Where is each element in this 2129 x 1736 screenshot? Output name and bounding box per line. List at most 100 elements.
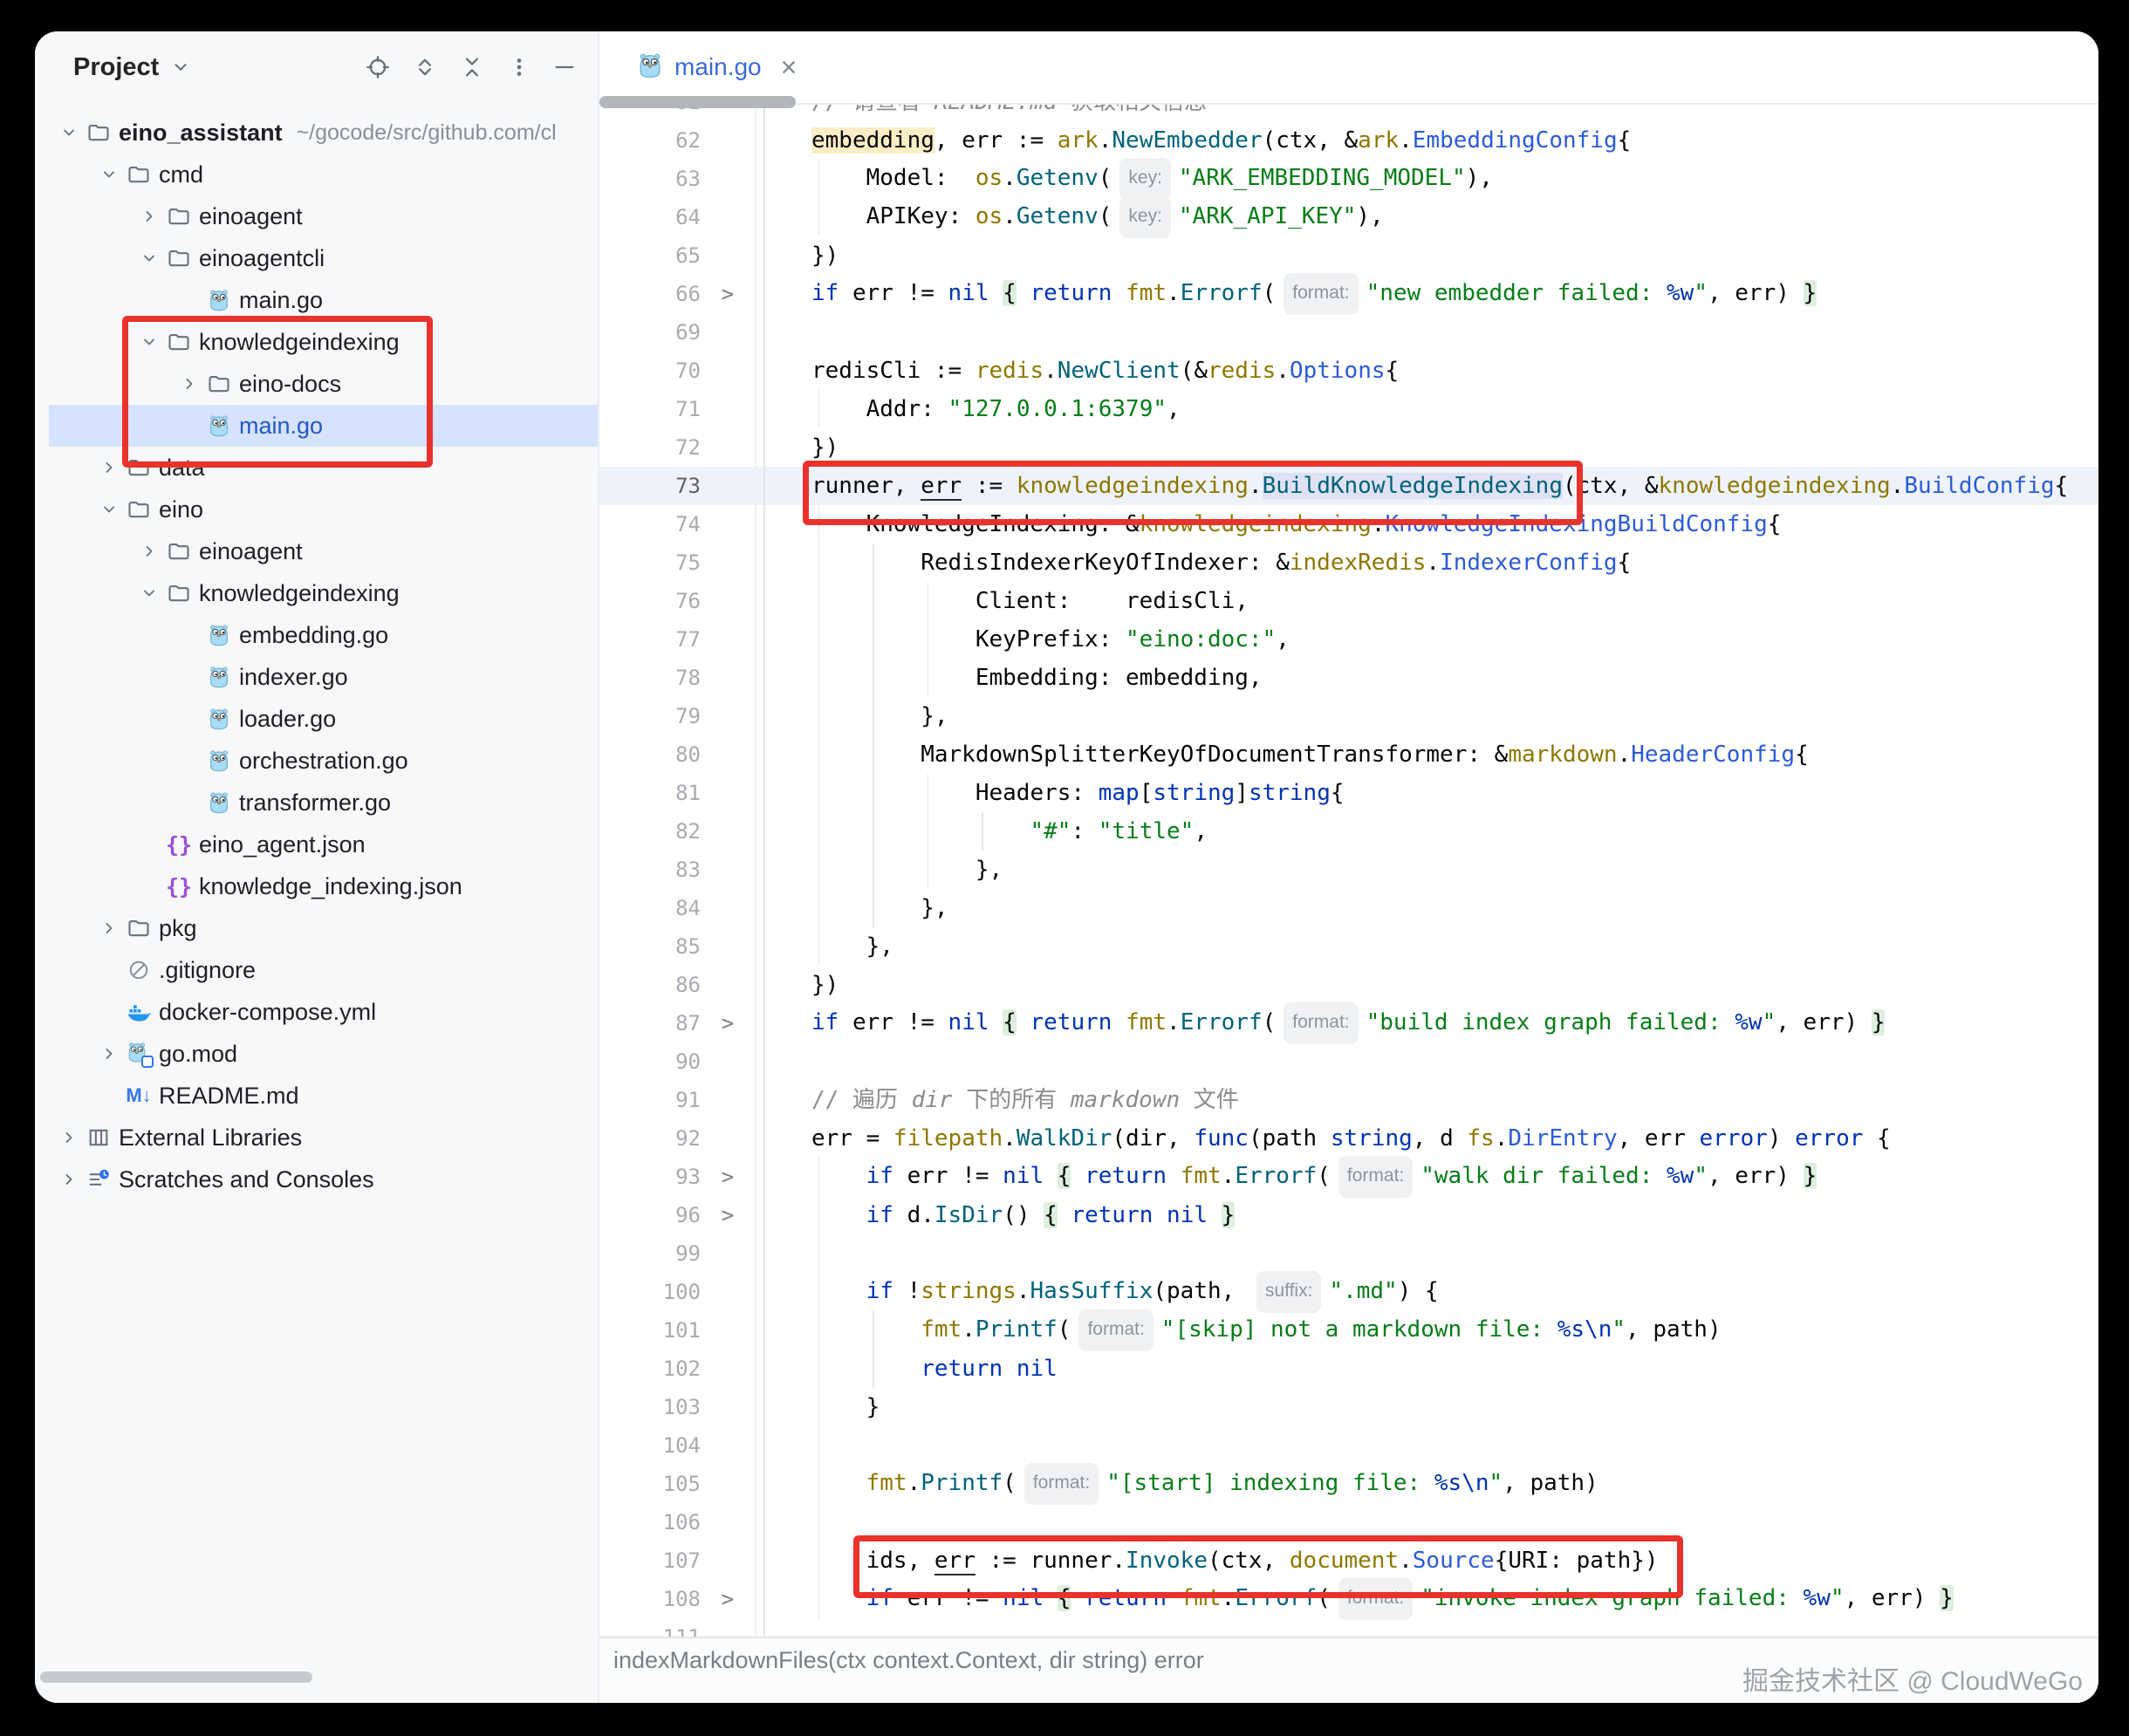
fold-arrow-icon[interactable]: > [701, 1203, 755, 1227]
code-line-71[interactable]: 71 Addr: "127.0.0.1:6379", [599, 390, 2098, 428]
code-line-83[interactable]: 83 }, [599, 851, 2098, 889]
code-line-104[interactable]: 104 [599, 1426, 2098, 1465]
code-line-101[interactable]: 101 fmt.Printf(format:"[skip] not a mark… [599, 1311, 2098, 1350]
tree-item-external-libraries[interactable]: External Libraries [49, 1117, 598, 1158]
code-line-87[interactable]: 87>if err != nil { return fmt.Errorf(for… [599, 1004, 2098, 1042]
chevron-down-icon[interactable] [94, 154, 124, 195]
code-line-86[interactable]: 86}) [599, 966, 2098, 1004]
chevron-down-icon[interactable] [54, 112, 84, 154]
tree-item-go.mod[interactable]: go.mod [49, 1033, 598, 1075]
code-line-64[interactable]: 64 APIKey: os.Getenv(key:"ARK_API_KEY"), [599, 198, 2098, 236]
chevron-down-icon[interactable] [134, 237, 164, 279]
code-line-102[interactable]: 102 return nil [599, 1350, 2098, 1388]
code-line-76[interactable]: 76 Client: redisCli, [599, 582, 2098, 620]
line-number: 92 [599, 1126, 701, 1151]
code-line-63[interactable]: 63 Model: os.Getenv(key:"ARK_EMBEDDING_M… [599, 160, 2098, 198]
code-line-69[interactable]: 69 [599, 313, 2098, 352]
project-tree-hscrollbar[interactable] [40, 1671, 312, 1683]
code-line-91[interactable]: 91// 遍历 dir 下的所有 markdown 文件 [599, 1081, 2098, 1119]
tree-item-transformer.go[interactable]: transformer.go [49, 782, 598, 824]
tree-item-.gitignore[interactable]: .gitignore [49, 949, 598, 991]
code-line-62[interactable]: 62embedding, err := ark.NewEmbedder(ctx,… [599, 121, 2098, 160]
kebab-menu-icon[interactable] [506, 54, 532, 80]
code-line-90[interactable]: 90 [599, 1042, 2098, 1081]
chevron-right-icon[interactable] [175, 363, 204, 405]
tree-item-data[interactable]: data [49, 447, 598, 489]
chevron-right-icon[interactable] [54, 1117, 84, 1158]
editor-top-scrollbar-thumb[interactable] [599, 96, 796, 108]
code-line-78[interactable]: 78 Embedding: embedding, [599, 659, 2098, 697]
code-line-84[interactable]: 84 }, [599, 889, 2098, 927]
tree-item-loader.go[interactable]: loader.go [49, 698, 598, 740]
code-line-70[interactable]: 70redisCli := redis.NewClient(&redis.Opt… [599, 352, 2098, 390]
code-line-111[interactable]: 111 [599, 1618, 2098, 1637]
code-line-73[interactable]: 73runner, err := knowledgeindexing.Build… [599, 467, 2098, 505]
collapse-all-button[interactable] [459, 54, 485, 80]
tree-item-main.go[interactable]: main.go [49, 279, 598, 321]
code-line-106[interactable]: 106 [599, 1503, 2098, 1541]
code-line-81[interactable]: 81 Headers: map[string]string{ [599, 774, 2098, 812]
tree-item-einoagent[interactable]: einoagent [49, 195, 598, 237]
tree-item-einoagent[interactable]: einoagent [49, 530, 598, 572]
tree-item-einoagentcli[interactable]: einoagentcli [49, 237, 598, 279]
tree-item-embedding.go[interactable]: embedding.go [49, 614, 598, 656]
tree-item-knowledge-indexing.json[interactable]: {}knowledge_indexing.json [49, 865, 598, 907]
code-line-85[interactable]: 85 }, [599, 927, 2098, 966]
chevron-down-icon[interactable] [134, 572, 164, 614]
locate-file-button[interactable] [365, 54, 391, 80]
tree-item-readme.md[interactable]: M↓README.md [49, 1075, 598, 1117]
tree-item-main.go[interactable]: main.go [49, 405, 598, 447]
tree-item-cmd[interactable]: cmd [49, 154, 598, 195]
chevron-right-icon[interactable] [94, 447, 124, 489]
folder-icon [164, 195, 194, 237]
fold-arrow-icon[interactable]: > [701, 1587, 755, 1611]
expand-all-button[interactable] [412, 54, 438, 80]
tree-item-knowledgeindexing[interactable]: knowledgeindexing [49, 321, 598, 363]
chevron-right-icon[interactable] [134, 530, 164, 572]
code-line-82[interactable]: 82 "#": "title", [599, 812, 2098, 851]
chevron-down-icon[interactable] [134, 321, 164, 363]
tree-item-docker-compose.yml[interactable]: docker-compose.yml [49, 991, 598, 1033]
code-line-107[interactable]: 107 ids, err := runner.Invoke(ctx, docum… [599, 1541, 2098, 1580]
code-line-74[interactable]: 74 KnowledgeIndexing: &knowledgeindexing… [599, 505, 2098, 543]
hide-panel-button[interactable] [551, 54, 578, 80]
tree-item-eino-assistant[interactable]: eino_assistant~/gocode/src/github.com/cl [49, 112, 598, 154]
tree-item-knowledgeindexing[interactable]: knowledgeindexing [49, 572, 598, 614]
code-line-103[interactable]: 103 } [599, 1388, 2098, 1426]
code-line-72[interactable]: 72}) [599, 428, 2098, 467]
code-line-61[interactable]: 61// 请查看 README.md 获取相关信息 [599, 105, 2098, 121]
code-line-65[interactable]: 65}) [599, 236, 2098, 275]
fold-arrow-icon[interactable]: > [701, 1011, 755, 1035]
tree-item-orchestration.go[interactable]: orchestration.go [49, 740, 598, 782]
code-line-100[interactable]: 100 if !strings.HasSuffix(path, suffix:"… [599, 1273, 2098, 1311]
code-line-92[interactable]: 92err = filepath.WalkDir(dir, func(path … [599, 1119, 2098, 1158]
code-line-77[interactable]: 77 KeyPrefix: "eino:doc:", [599, 620, 2098, 659]
tree-item-eino-docs[interactable]: eino-docs [49, 363, 598, 405]
chevron-right-icon[interactable] [134, 195, 164, 237]
tree-item-scratches-and-consoles[interactable]: Scratches and Consoles [49, 1158, 598, 1200]
chevron-down-icon[interactable] [171, 58, 190, 77]
code-line-96[interactable]: 96> if d.IsDir() { return nil } [599, 1196, 2098, 1234]
tree-item-indexer.go[interactable]: indexer.go [49, 656, 598, 698]
code-line-105[interactable]: 105 fmt.Printf(format:"[start] indexing … [599, 1465, 2098, 1503]
chevron-right-icon[interactable] [94, 907, 124, 949]
tree-item-pkg[interactable]: pkg [49, 907, 598, 949]
code-line-66[interactable]: 66>if err != nil { return fmt.Errorf(for… [599, 275, 2098, 313]
code-editor[interactable]: 61// 请查看 README.md 获取相关信息62embedding, er… [599, 105, 2098, 1637]
code-line-80[interactable]: 80 MarkdownSplitterKeyOfDocumentTransfor… [599, 735, 2098, 774]
code-line-108[interactable]: 108> if err != nil { return fmt.Errorf(f… [599, 1580, 2098, 1618]
code-line-75[interactable]: 75 RedisIndexerKeyOfIndexer: &indexRedis… [599, 543, 2098, 582]
tree-item-eino-agent.json[interactable]: {}eino_agent.json [49, 824, 598, 865]
tree-item-eino[interactable]: eino [49, 489, 598, 530]
chevron-down-icon[interactable] [94, 489, 124, 530]
code-line-99[interactable]: 99 [599, 1234, 2098, 1273]
chevron-right-icon[interactable] [54, 1158, 84, 1200]
fold-arrow-icon[interactable]: > [701, 1165, 755, 1189]
fold-arrow-icon[interactable]: > [701, 282, 755, 306]
project-panel-title[interactable]: Project [73, 53, 159, 82]
code-line-79[interactable]: 79 }, [599, 697, 2098, 735]
code-line-93[interactable]: 93> if err != nil { return fmt.Errorf(fo… [599, 1158, 2098, 1196]
chevron-right-icon[interactable] [94, 1033, 124, 1075]
tab-main-go[interactable]: main.go × [636, 51, 797, 84]
close-tab-icon[interactable]: × [781, 53, 798, 81]
